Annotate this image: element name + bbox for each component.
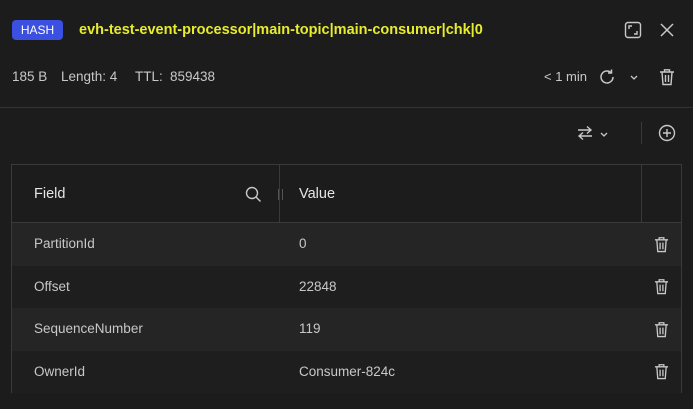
search-icon xyxy=(245,186,261,202)
ttl-label: TTL: xyxy=(135,69,163,84)
column-header-field[interactable]: Field xyxy=(34,165,65,223)
table-row[interactable]: Offset 22848 xyxy=(12,265,681,309)
fullscreen-button[interactable] xyxy=(621,18,645,42)
value-cell[interactable]: 119 xyxy=(299,308,321,351)
column-header-value[interactable]: Value xyxy=(299,165,335,223)
delete-field-button[interactable] xyxy=(651,319,671,339)
delete-icon xyxy=(654,236,668,252)
field-cell: PartitionId xyxy=(34,236,95,251)
chevron-down-icon xyxy=(630,75,638,80)
add-icon xyxy=(658,124,676,142)
last-refresh-time: < 1 min xyxy=(544,69,587,84)
format-dropdown[interactable] xyxy=(598,128,610,140)
swap-arrows-icon xyxy=(577,125,593,141)
field-cell: SequenceNumber xyxy=(34,321,143,336)
field-cell: Offset xyxy=(34,278,70,294)
delete-field-button[interactable] xyxy=(651,277,671,297)
key-length: Length: 4 xyxy=(61,69,118,84)
key-type-badge: HASH xyxy=(12,20,63,40)
delete-key-button[interactable] xyxy=(656,66,678,88)
field-cell: OwnerId xyxy=(34,363,86,379)
delete-icon xyxy=(654,321,668,337)
key-size: 185 B xyxy=(12,69,48,84)
toolbar-divider xyxy=(641,122,642,144)
table-row[interactable]: PartitionId 0 xyxy=(12,223,681,266)
close-icon xyxy=(660,23,674,37)
refresh-button[interactable] xyxy=(596,66,618,88)
delete-icon xyxy=(654,279,668,295)
value-cell[interactable]: 22848 xyxy=(299,266,337,309)
delete-field-button[interactable] xyxy=(651,362,671,382)
delete-field-button[interactable] xyxy=(651,234,671,254)
fullscreen-icon xyxy=(624,21,642,39)
key-name[interactable]: evh-test-event-processor|main-topic|main… xyxy=(79,20,483,40)
ttl-value[interactable]: 859438 xyxy=(170,68,215,86)
add-field-button[interactable] xyxy=(657,123,677,143)
close-button[interactable] xyxy=(655,18,679,42)
delete-icon xyxy=(654,364,668,380)
refresh-icon xyxy=(600,69,614,84)
value-cell[interactable]: 0 xyxy=(299,223,307,266)
search-field-button[interactable] xyxy=(243,184,263,204)
table-row[interactable]: SequenceNumber 119 xyxy=(12,308,681,351)
auto-refresh-dropdown[interactable] xyxy=(627,70,641,84)
value-cell[interactable]: Consumer-824c xyxy=(299,351,395,394)
hash-fields-table: Field Value PartitionId 0 Offset 22848 S… xyxy=(11,164,682,393)
table-row[interactable]: OwnerId Consumer-824c xyxy=(12,350,681,394)
delete-icon xyxy=(660,69,674,86)
change-format-button[interactable] xyxy=(574,123,596,143)
chevron-down-icon xyxy=(600,132,608,137)
table-header: Field Value xyxy=(12,165,681,223)
key-details-header: HASH evh-test-event-processor|main-topic… xyxy=(0,0,693,108)
